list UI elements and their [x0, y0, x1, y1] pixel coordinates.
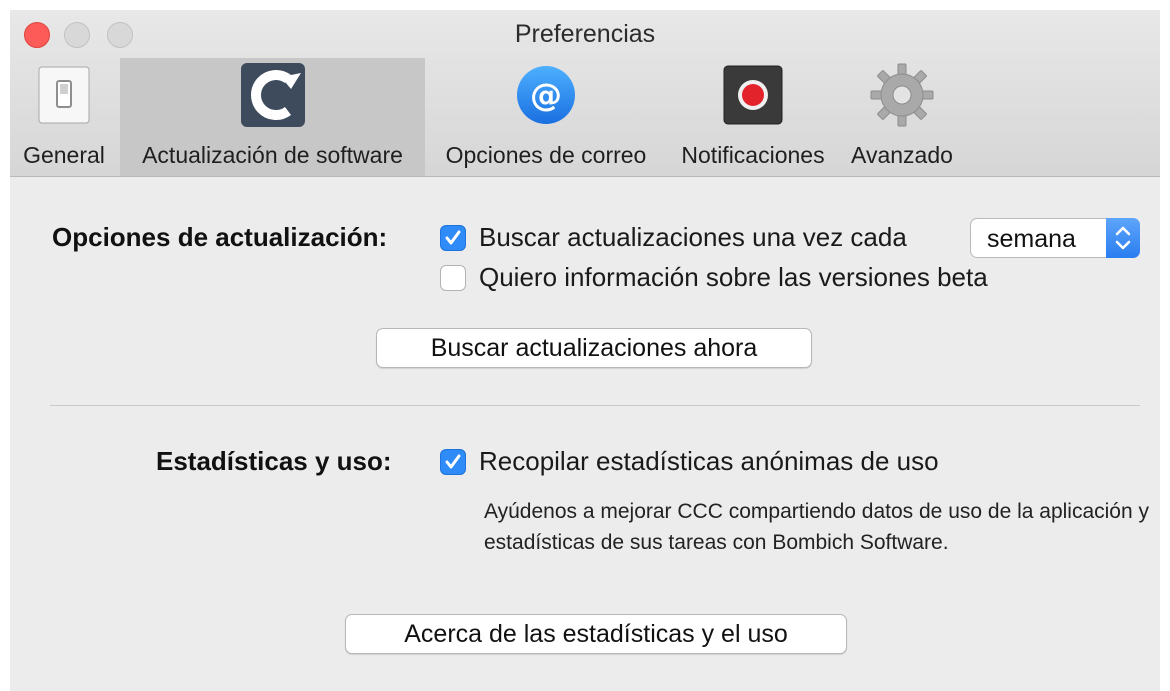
- beta-versions-checkbox[interactable]: [440, 265, 466, 291]
- chevron-up-down-icon: [1106, 218, 1140, 258]
- toolbar: Preferencias General Actualización de so…: [10, 10, 1160, 177]
- ccc-logo-icon: [239, 61, 307, 134]
- svg-text:@: @: [530, 76, 562, 114]
- check-now-button[interactable]: Buscar actualizaciones ahora: [376, 328, 812, 368]
- stats-usage-label: Estadísticas y uso:: [156, 446, 392, 476]
- update-frequency-select[interactable]: semana: [970, 218, 1140, 258]
- tab-notifications-label: Notificaciones: [681, 142, 825, 168]
- check-updates-label: Buscar actualizaciones una vez cada: [479, 222, 907, 252]
- tab-software-update[interactable]: Actualización de software: [120, 58, 425, 176]
- tab-software-update-label: Actualización de software: [142, 142, 403, 168]
- preferences-window: Preferencias General Actualización de so…: [10, 10, 1160, 691]
- tab-mail-options[interactable]: @ Opciones de correo: [430, 58, 662, 176]
- tab-mail-options-label: Opciones de correo: [445, 142, 647, 168]
- toggle-switch-icon: [38, 66, 90, 129]
- tab-advanced-label: Avanzado: [851, 142, 953, 168]
- tab-notifications[interactable]: Notificaciones: [669, 58, 837, 176]
- gear-icon: [869, 62, 935, 133]
- tab-general-label: General: [23, 142, 105, 168]
- window-title: Preferencias: [514, 20, 656, 48]
- collect-stats-checkbox[interactable]: [440, 449, 466, 475]
- stats-description: Ayúdenos a mejorar CCC compartiendo dato…: [484, 500, 1149, 554]
- tab-general[interactable]: General: [16, 58, 112, 176]
- at-sign-icon: @: [515, 64, 577, 131]
- check-updates-checkbox[interactable]: [440, 225, 466, 251]
- about-stats-button[interactable]: Acerca de las estadísticas y el uso: [345, 614, 847, 654]
- update-options-label: Opciones de actualización:: [52, 222, 388, 252]
- update-frequency-value: semana: [987, 225, 1076, 253]
- checkmark-icon: [445, 230, 461, 245]
- section-divider: [50, 405, 1140, 406]
- record-icon: [722, 64, 784, 131]
- checkmark-icon: [445, 454, 461, 469]
- beta-versions-label: Quiero información sobre las versiones b…: [479, 262, 988, 292]
- collect-stats-label: Recopilar estadísticas anónimas de uso: [479, 446, 939, 476]
- tab-advanced[interactable]: Avanzado: [843, 58, 961, 176]
